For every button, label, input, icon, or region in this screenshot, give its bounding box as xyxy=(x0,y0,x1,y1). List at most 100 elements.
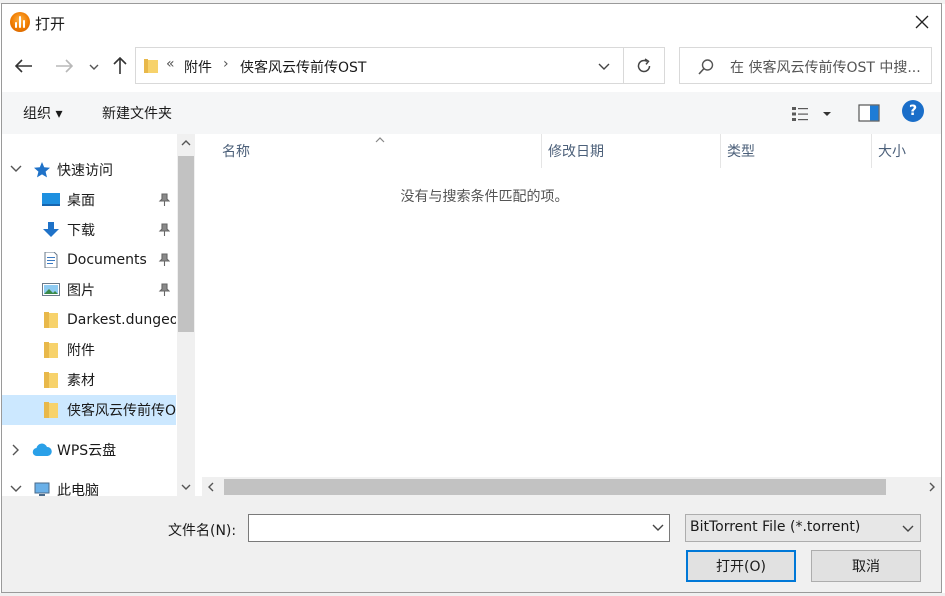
file-list: 名称 修改日期 类型 大小 没有与搜索条件匹配的项。 xyxy=(199,134,941,496)
nav-item-documents[interactable]: Documents xyxy=(2,245,176,275)
open-file-dialog: 打开 « 附件 › 侠客风云传前传OST 在 侠客风云传前传OST 中搜... … xyxy=(1,3,942,593)
filename-input[interactable] xyxy=(253,515,647,541)
empty-message: 没有与搜索条件匹配的项。 xyxy=(400,189,569,205)
search-icon xyxy=(698,59,714,75)
nav-label: Darkest.dungeon xyxy=(67,312,176,328)
chevron-left-icon xyxy=(208,482,214,491)
nav-item-desktop[interactable]: 桌面 xyxy=(2,185,176,215)
column-divider[interactable] xyxy=(541,134,542,168)
breadcrumb-segment-attachments[interactable]: 附件 xyxy=(184,57,212,77)
scroll-down-button[interactable] xyxy=(177,478,195,496)
window-title: 打开 xyxy=(35,15,66,33)
arrow-right-icon xyxy=(56,59,73,73)
nav-label: 图片 xyxy=(67,283,95,299)
app-logo-icon xyxy=(10,12,30,32)
preview-pane-button[interactable] xyxy=(858,104,880,122)
folder-icon xyxy=(44,372,58,388)
chevron-down-icon xyxy=(89,64,99,70)
filetype-selected-value: BitTorrent File (*.torrent) xyxy=(690,519,861,535)
filename-label: 文件名(N): xyxy=(168,523,237,539)
back-button[interactable] xyxy=(10,52,38,80)
chevron-up-icon xyxy=(181,140,191,146)
open-button[interactable]: 打开(O) xyxy=(686,550,796,582)
title-bar: 打开 xyxy=(2,4,941,41)
nav-label: 素材 xyxy=(67,373,95,389)
scroll-left-button[interactable] xyxy=(202,477,220,496)
breadcrumb-segment-current[interactable]: 侠客风云传前传OST xyxy=(240,57,366,77)
nav-item-folder-darkest-dungeon[interactable]: Darkest.dungeon xyxy=(2,305,176,335)
view-options-icon xyxy=(792,107,831,121)
desktop-icon xyxy=(42,193,60,206)
cloud-icon xyxy=(32,443,52,457)
column-header-name[interactable]: 名称 xyxy=(222,134,250,168)
pin-icon[interactable] xyxy=(158,253,170,267)
nav-label: 附件 xyxy=(67,343,95,359)
pin-icon[interactable] xyxy=(158,223,170,237)
path-overflow-chevron[interactable]: « xyxy=(166,56,175,72)
chevron-down-icon[interactable] xyxy=(10,165,22,173)
chevron-right-icon[interactable] xyxy=(10,444,22,456)
horizontal-scrollbar[interactable] xyxy=(202,477,941,496)
nav-label: 下载 xyxy=(67,223,95,239)
column-divider[interactable] xyxy=(720,134,721,168)
scrollbar-thumb[interactable] xyxy=(178,156,194,332)
arrow-left-icon xyxy=(15,59,32,73)
nav-item-quick-access[interactable]: 快速访问 xyxy=(2,155,176,185)
pin-icon[interactable] xyxy=(158,283,170,297)
chevron-down-icon xyxy=(598,63,610,70)
navigation-scrollbar[interactable] xyxy=(177,134,195,496)
nav-item-folder-assets[interactable]: 素材 xyxy=(2,365,176,395)
sort-ascending-icon xyxy=(375,135,385,146)
forward-button[interactable] xyxy=(50,52,78,80)
chevron-down-icon xyxy=(902,525,914,532)
search-box[interactable]: 在 侠客风云传前传OST 中搜... xyxy=(679,47,932,84)
nav-label: 桌面 xyxy=(67,193,95,209)
search-placeholder: 在 侠客风云传前传OST 中搜... xyxy=(730,60,921,76)
new-folder-button[interactable]: 新建文件夹 xyxy=(102,103,172,123)
pin-icon[interactable] xyxy=(158,193,170,207)
close-button[interactable] xyxy=(905,6,939,38)
divider xyxy=(623,48,624,83)
navigation-pane: 快速访问 桌面 下载 Documents 图片 Darkest.dungeon … xyxy=(2,134,195,496)
filename-field[interactable] xyxy=(248,514,670,542)
column-header-size[interactable]: 大小 xyxy=(878,134,906,168)
nav-label: Documents xyxy=(67,252,147,268)
filename-history-dropdown[interactable] xyxy=(649,519,667,537)
cancel-button[interactable]: 取消 xyxy=(811,550,921,582)
recent-locations-button[interactable] xyxy=(84,54,104,80)
nav-item-folder-current[interactable]: 侠客风云传前传OST xyxy=(2,395,176,425)
dialog-footer: 文件名(N): BitTorrent File (*.torrent) 打开(O… xyxy=(2,496,941,592)
computer-icon xyxy=(34,482,50,496)
picture-icon xyxy=(42,283,60,296)
view-options-button[interactable] xyxy=(790,104,834,124)
address-history-dropdown[interactable] xyxy=(594,57,614,75)
scroll-up-button[interactable] xyxy=(177,134,195,152)
column-divider[interactable] xyxy=(871,134,872,168)
nav-label: WPS云盘 xyxy=(57,443,117,459)
nav-item-pictures[interactable]: 图片 xyxy=(2,275,176,305)
nav-item-wps-cloud[interactable]: WPS云盘 xyxy=(2,435,176,465)
nav-label: 侠客风云传前传OST xyxy=(67,403,176,419)
organize-button[interactable]: 组织 ▾ xyxy=(23,103,62,123)
column-header-type[interactable]: 类型 xyxy=(727,134,755,168)
chevron-down-icon[interactable] xyxy=(10,485,22,493)
up-button[interactable] xyxy=(106,52,134,80)
filetype-select[interactable]: BitTorrent File (*.torrent) xyxy=(685,514,921,542)
download-icon xyxy=(43,222,59,237)
nav-item-downloads[interactable]: 下载 xyxy=(2,215,176,245)
nav-item-folder-attachments[interactable]: 附件 xyxy=(2,335,176,365)
breadcrumb-separator[interactable]: › xyxy=(223,56,229,72)
chevron-right-icon xyxy=(929,482,935,491)
refresh-button[interactable] xyxy=(630,53,658,79)
folder-icon xyxy=(44,312,58,328)
help-button[interactable]: ? xyxy=(902,100,924,122)
filetype-dropdown-arrow[interactable] xyxy=(900,520,916,536)
address-bar[interactable]: « 附件 › 侠客风云传前传OST xyxy=(135,47,665,84)
star-icon xyxy=(34,162,50,178)
scrollbar-thumb[interactable] xyxy=(224,479,886,495)
column-header-modified[interactable]: 修改日期 xyxy=(548,134,604,168)
document-icon xyxy=(44,252,58,268)
nav-item-this-pc[interactable]: 此电脑 xyxy=(2,475,176,496)
refresh-icon xyxy=(637,58,651,73)
scroll-right-button[interactable] xyxy=(923,477,941,496)
